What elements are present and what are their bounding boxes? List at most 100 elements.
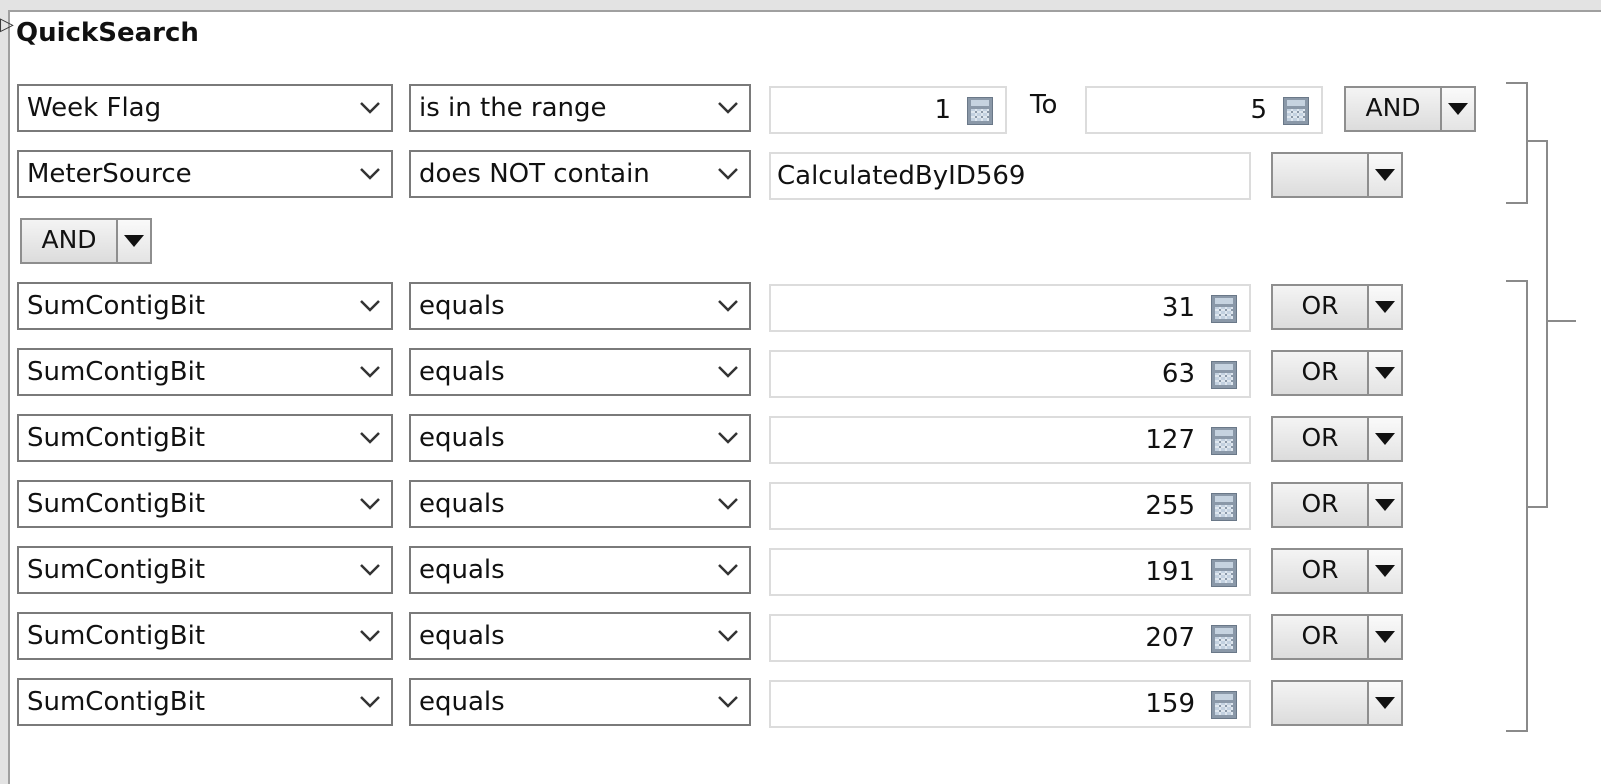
value-number: 63	[1161, 359, 1195, 389]
dropdown-arrow-icon[interactable]	[1369, 152, 1403, 198]
value-number: 127	[1145, 425, 1195, 455]
field-select[interactable]: Week Flag	[17, 84, 393, 132]
chevron-down-icon	[715, 86, 741, 130]
calculator-icon[interactable]	[1211, 559, 1237, 587]
field-select-value: SumContigBit	[27, 555, 206, 585]
dropdown-arrow-icon[interactable]	[1369, 284, 1403, 330]
chevron-down-icon	[715, 482, 741, 526]
logic-dropdown[interactable]: OR	[1271, 284, 1403, 330]
value-number-input[interactable]: 31	[769, 284, 1251, 332]
logic-dropdown-value	[1271, 152, 1369, 198]
calculator-icon[interactable]	[967, 97, 993, 125]
range-to-value: 5	[1250, 95, 1267, 125]
dropdown-arrow-icon[interactable]	[1442, 86, 1476, 132]
range-from-input[interactable]: 1	[769, 86, 1007, 134]
chevron-down-icon	[715, 152, 741, 196]
chevron-down-icon	[715, 416, 741, 460]
field-select-value: MeterSource	[27, 159, 192, 189]
calculator-icon[interactable]	[1211, 691, 1237, 719]
calculator-icon[interactable]	[1211, 625, 1237, 653]
range-from-value: 1	[934, 95, 951, 125]
calculator-icon[interactable]	[1211, 493, 1237, 521]
logic-dropdown-value: OR	[1271, 482, 1369, 528]
range-to-input[interactable]: 5	[1085, 86, 1323, 134]
operator-select[interactable]: is in the range	[409, 84, 751, 132]
chevron-down-icon	[357, 416, 383, 460]
calculator-icon[interactable]	[1283, 97, 1309, 125]
range-to-label: To	[1030, 90, 1058, 120]
chevron-down-icon	[715, 614, 741, 658]
field-select-value: SumContigBit	[27, 489, 206, 519]
value-number-input[interactable]: 191	[769, 548, 1251, 596]
group-logic-dropdown[interactable]: AND	[20, 218, 152, 264]
logic-dropdown-value	[1271, 680, 1369, 726]
value-number: 255	[1145, 491, 1195, 521]
logic-dropdown[interactable]: OR	[1271, 416, 1403, 462]
resize-corner-icon: ▷	[0, 14, 14, 35]
outer-bracket	[1526, 140, 1548, 508]
value-number-input[interactable]: 255	[769, 482, 1251, 530]
field-select[interactable]: SumContigBit	[17, 348, 393, 396]
field-select-value: SumContigBit	[27, 423, 206, 453]
field-select[interactable]: MeterSource	[17, 150, 393, 198]
operator-select-value: equals	[419, 621, 505, 651]
field-select[interactable]: SumContigBit	[17, 546, 393, 594]
calculator-icon[interactable]	[1211, 427, 1237, 455]
operator-select[interactable]: equals	[409, 546, 751, 594]
dropdown-arrow-icon[interactable]	[1369, 350, 1403, 396]
field-select-value: SumContigBit	[27, 687, 206, 717]
logic-dropdown[interactable]	[1271, 680, 1403, 726]
chevron-down-icon	[357, 284, 383, 328]
dropdown-arrow-icon[interactable]	[1369, 416, 1403, 462]
operator-select-value: equals	[419, 291, 505, 321]
logic-dropdown[interactable]: OR	[1271, 350, 1403, 396]
value-number-input[interactable]: 127	[769, 416, 1251, 464]
panel-title: QuickSearch	[16, 18, 199, 48]
chevron-down-icon	[357, 614, 383, 658]
dropdown-arrow-icon[interactable]	[118, 218, 152, 264]
logic-dropdown-value: OR	[1271, 614, 1369, 660]
operator-select[interactable]: equals	[409, 348, 751, 396]
operator-select[interactable]: equals	[409, 282, 751, 330]
field-select[interactable]: SumContigBit	[17, 678, 393, 726]
value-number-input[interactable]: 207	[769, 614, 1251, 662]
operator-select[interactable]: equals	[409, 678, 751, 726]
calculator-icon[interactable]	[1211, 361, 1237, 389]
value-text-input[interactable]: CalculatedByID569	[769, 152, 1251, 200]
logic-dropdown[interactable]: AND	[1344, 86, 1476, 132]
operator-select[interactable]: does NOT contain	[409, 150, 751, 198]
field-select[interactable]: SumContigBit	[17, 612, 393, 660]
value-number: 207	[1145, 623, 1195, 653]
field-select[interactable]: SumContigBit	[17, 282, 393, 330]
operator-select[interactable]: equals	[409, 480, 751, 528]
operator-select[interactable]: equals	[409, 414, 751, 462]
operator-select[interactable]: equals	[409, 612, 751, 660]
operator-select-value: equals	[419, 357, 505, 387]
field-select[interactable]: SumContigBit	[17, 414, 393, 462]
field-select-value: SumContigBit	[27, 357, 206, 387]
dropdown-arrow-icon[interactable]	[1369, 614, 1403, 660]
logic-dropdown[interactable]: OR	[1271, 548, 1403, 594]
field-select-value: Week Flag	[27, 93, 162, 123]
logic-dropdown[interactable]	[1271, 152, 1403, 198]
operator-select-value: is in the range	[419, 93, 607, 123]
chevron-down-icon	[357, 152, 383, 196]
logic-dropdown-value: OR	[1271, 284, 1369, 330]
chevron-down-icon	[357, 350, 383, 394]
logic-dropdown[interactable]: OR	[1271, 482, 1403, 528]
field-select[interactable]: SumContigBit	[17, 480, 393, 528]
dropdown-arrow-icon[interactable]	[1369, 548, 1403, 594]
logic-dropdown-value: OR	[1271, 548, 1369, 594]
calculator-icon[interactable]	[1211, 295, 1237, 323]
dropdown-arrow-icon[interactable]	[1369, 680, 1403, 726]
value-number-input[interactable]: 159	[769, 680, 1251, 728]
value-number-input[interactable]: 63	[769, 350, 1251, 398]
logic-dropdown[interactable]: OR	[1271, 614, 1403, 660]
chevron-down-icon	[357, 482, 383, 526]
chevron-down-icon	[715, 284, 741, 328]
dropdown-arrow-icon[interactable]	[1369, 482, 1403, 528]
group-logic-value: AND	[20, 218, 118, 264]
field-select-value: SumContigBit	[27, 291, 206, 321]
operator-select-value: equals	[419, 555, 505, 585]
operator-select-value: equals	[419, 489, 505, 519]
